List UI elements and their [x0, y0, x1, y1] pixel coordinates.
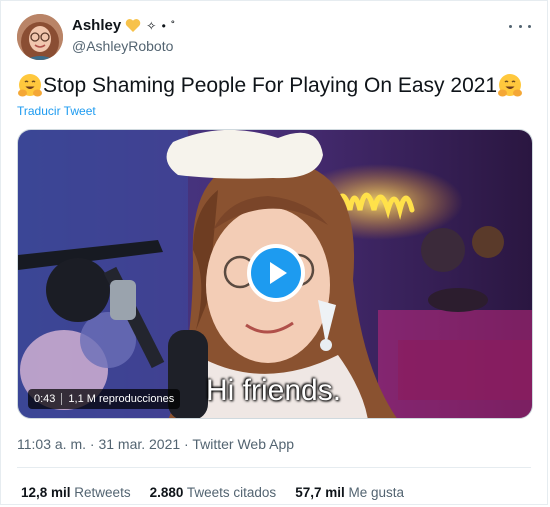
yellow-heart-icon: [125, 18, 141, 33]
tweet-card: Ashley ✧ • ˚ @AshleyRoboto Stop Shaming …: [0, 0, 548, 505]
quotes-label: Tweets citados: [186, 485, 277, 500]
likes-count: 57,7 mil: [295, 485, 345, 500]
author-row: Ashley ✧ • ˚: [72, 17, 176, 34]
retweets-stat[interactable]: 12,8 mil Retweets: [21, 485, 131, 500]
name-decoration: ✧ • ˚: [146, 18, 177, 33]
video-player[interactable]: 0:43 1,1 M reproducciones Hi friends.: [17, 129, 533, 419]
tweet-timestamp[interactable]: 11:03 a. m. · 31 mar. 2021 · Twitter Web…: [17, 436, 294, 452]
tweet-stats: 12,8 mil Retweets 2.880 Tweets citados 5…: [21, 485, 404, 500]
more-icon[interactable]: [509, 20, 531, 32]
quotes-stat[interactable]: 2.880 Tweets citados: [150, 485, 277, 500]
author-handle[interactable]: @AshleyRoboto: [72, 38, 176, 54]
avatar[interactable]: [17, 14, 63, 60]
play-button[interactable]: [247, 244, 305, 302]
video-duration: 0:43: [34, 393, 56, 405]
divider: [17, 467, 531, 468]
retweets-label: Retweets: [74, 485, 131, 500]
author-block: Ashley ✧ • ˚ @AshleyRoboto: [72, 17, 176, 54]
quotes-count: 2.880: [149, 485, 184, 500]
video-caption: Hi friends.: [206, 374, 342, 407]
likes-label: Me gusta: [348, 485, 405, 500]
translate-tweet-link[interactable]: Traducir Tweet: [17, 104, 96, 118]
author-name[interactable]: Ashley: [72, 17, 121, 34]
tweet-text: Stop Shaming People For Playing On Easy …: [17, 73, 523, 99]
hugging-face-emoji-icon: [497, 73, 523, 99]
play-icon: [270, 262, 287, 284]
video-info-badge: 0:43 1,1 M reproducciones: [28, 389, 181, 409]
tweet-text-content: Stop Shaming People For Playing On Easy …: [43, 74, 498, 97]
retweets-count: 12,8 mil: [21, 485, 71, 500]
likes-stat[interactable]: 57,7 mil Me gusta: [295, 485, 404, 500]
video-views: 1,1 M reproducciones: [68, 393, 175, 405]
hugging-face-emoji-icon: [17, 73, 43, 99]
tweet-header: Ashley ✧ • ˚ @AshleyRoboto: [17, 14, 531, 62]
